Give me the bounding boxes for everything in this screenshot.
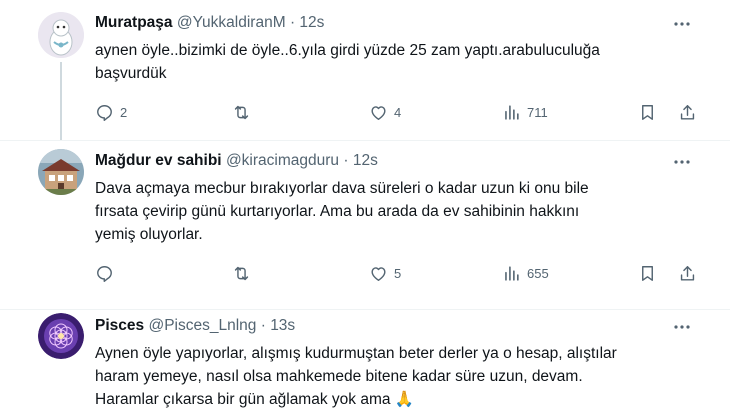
tweet-text-line: Aynen öyle yapıyorlar, alışmış kudurmuşt… bbox=[95, 345, 617, 362]
separator-dot: · bbox=[343, 152, 349, 169]
share-button[interactable] bbox=[678, 101, 697, 123]
timestamp[interactable]: 12s bbox=[353, 152, 378, 169]
display-name[interactable]: Mağdur ev sahibi bbox=[95, 152, 222, 169]
retweet-icon bbox=[234, 105, 249, 119]
tweet-header: Mağdur ev sahibi @kiracimagduru · 12s bbox=[95, 152, 378, 170]
username[interactable]: @Pisces_Lnlng bbox=[148, 317, 256, 334]
action-bar: 5 655 bbox=[95, 262, 705, 284]
bookmark-icon bbox=[642, 265, 653, 281]
display-name[interactable]: Pisces bbox=[95, 317, 144, 334]
bookmark-icon bbox=[642, 104, 653, 120]
reply-button[interactable] bbox=[95, 262, 120, 284]
separator-dot: · bbox=[289, 14, 296, 31]
views-button[interactable]: 655 bbox=[502, 262, 549, 284]
reply-button[interactable]: 2 bbox=[95, 101, 127, 123]
avatar-pisces[interactable] bbox=[38, 313, 84, 359]
bookmark-button[interactable] bbox=[638, 101, 657, 123]
share-icon bbox=[680, 265, 695, 281]
views-count: 655 bbox=[527, 265, 549, 281]
bookmark-button[interactable] bbox=[638, 262, 657, 284]
tweet-text-line: haram yemeye, nasıl olsa mahkemede biten… bbox=[95, 368, 583, 385]
reply-icon bbox=[97, 104, 112, 121]
more-horizontal-icon[interactable] bbox=[672, 14, 692, 34]
avatar-muratpasa[interactable] bbox=[38, 12, 84, 58]
tweet-1[interactable]: Muratpaşa @YukkaldiranM · 12s aynen öyle… bbox=[0, 0, 730, 140]
retweet-icon bbox=[234, 266, 249, 280]
tweet-text: aynen öyle..bizimki de öyle..6.yıla gird… bbox=[95, 39, 685, 85]
views-chart-icon bbox=[505, 104, 519, 120]
tweet-text-line: aynen öyle..bizimki de öyle..6.yıla gird… bbox=[95, 42, 600, 59]
reply-count: 2 bbox=[120, 104, 128, 120]
tweet-text-line: Haramlar çıkarsa bir gün ağlamak yok ama… bbox=[95, 391, 415, 408]
tweet-text-line: Dava açmaya mecbur bırakıyorlar dava sür… bbox=[95, 180, 589, 197]
heart-icon bbox=[371, 266, 386, 281]
like-count: 5 bbox=[394, 265, 402, 281]
username[interactable]: @kiracimagduru bbox=[226, 152, 339, 169]
heart-icon bbox=[371, 105, 386, 120]
views-button[interactable]: 711 bbox=[502, 101, 548, 123]
more-horizontal-icon[interactable] bbox=[672, 152, 692, 172]
more-horizontal-icon[interactable] bbox=[672, 317, 692, 337]
avatar-magdur-ev-sahibi[interactable] bbox=[38, 149, 84, 195]
share-icon bbox=[680, 104, 695, 120]
timestamp[interactable]: 13s bbox=[270, 317, 295, 334]
like-count: 4 bbox=[394, 104, 402, 120]
views-count: 711 bbox=[527, 104, 548, 120]
tweet-3[interactable]: Pisces @Pisces_Lnlng · 13s Aynen öyle ya… bbox=[0, 310, 730, 420]
like-button[interactable]: 5 bbox=[369, 262, 401, 284]
display-name[interactable]: Muratpaşa bbox=[95, 14, 173, 31]
tweet-text: Aynen öyle yapıyorlar, alışmış kudurmuşt… bbox=[95, 342, 685, 411]
tweet-text-line: başvurdük bbox=[95, 65, 167, 82]
tweet-text: Dava açmaya mecbur bırakıyorlar dava sür… bbox=[95, 177, 685, 246]
tweet-header: Muratpaşa @YukkaldiranM · 12s bbox=[95, 14, 324, 32]
thread-line bbox=[60, 62, 62, 140]
username[interactable]: @YukkaldiranM bbox=[177, 14, 286, 31]
share-button[interactable] bbox=[678, 262, 697, 284]
reply-icon bbox=[97, 265, 112, 282]
timestamp[interactable]: 12s bbox=[299, 14, 324, 31]
tweet-header: Pisces @Pisces_Lnlng · 13s bbox=[95, 317, 295, 335]
action-bar: 2 4 711 bbox=[95, 101, 705, 123]
tweet-2[interactable]: Mağdur ev sahibi @kiracimagduru · 12s Da… bbox=[0, 141, 730, 309]
separator-dot: · bbox=[260, 317, 266, 334]
tweet-text-line: fırsata çevirip günü kurtarıyorlar. Ama … bbox=[95, 203, 580, 220]
retweet-button[interactable] bbox=[232, 101, 257, 123]
tweet-text-line: yemiş oluyorlar. bbox=[95, 226, 203, 243]
views-chart-icon bbox=[505, 265, 519, 281]
like-button[interactable]: 4 bbox=[369, 101, 401, 123]
retweet-button[interactable] bbox=[232, 262, 257, 284]
